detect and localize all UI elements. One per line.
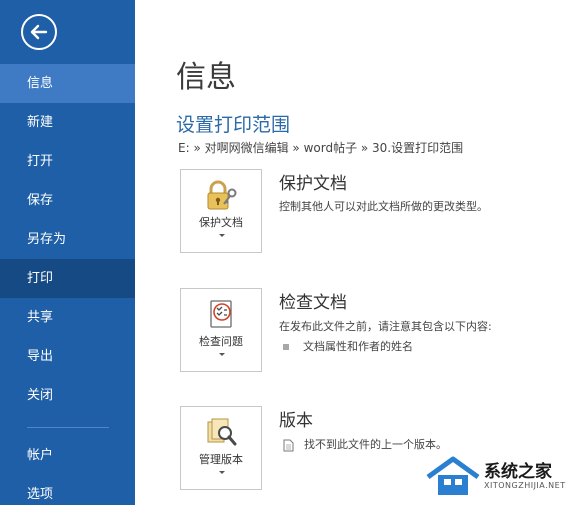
versions-item: 找不到此文件的上一个版本。 [283,436,447,452]
watermark-url: XITONGZHIJIA.NET [484,481,566,490]
nav-new[interactable]: 新建 [0,103,135,142]
protect-document-description: 控制其他人可以对此文档所做的更改类型。 [279,200,488,213]
manage-versions-icon [207,418,237,446]
back-arrow-icon [30,24,48,40]
document-path[interactable]: E: » 对啊网微信编辑 » word帖子 » 30.设置打印范围 [178,139,463,156]
nav-print[interactable]: 打印 [0,259,135,298]
document-title: 设置打印范围 [176,114,291,136]
protect-document-title: 保护文档 [279,174,347,194]
nav-options[interactable]: 选项 [0,475,135,514]
versions-item-label: 找不到此文件的上一个版本。 [304,438,447,451]
versions-title: 版本 [279,411,313,431]
inspect-document-item-label: 文档属性和作者的姓名 [303,340,413,353]
site-watermark: 系统之家 XITONGZHIJIA.NET [424,455,572,501]
chevron-down-icon [219,234,225,237]
protect-document-button[interactable]: 保护文档 [180,169,262,253]
nav-open[interactable]: 打开 [0,142,135,181]
inspect-document-item: 文档属性和作者的姓名 [283,338,413,354]
nav-export[interactable]: 导出 [0,337,135,376]
nav-divider [27,427,109,428]
nav-save-as[interactable]: 另存为 [0,220,135,259]
manage-versions-button-label: 管理版本 [199,453,243,466]
chevron-down-icon [219,471,225,474]
nav-close[interactable]: 关闭 [0,376,135,415]
nav-account[interactable]: 帐户 [0,436,135,475]
back-button[interactable] [21,14,57,50]
lock-key-icon [207,180,237,210]
inspect-document-title: 检查文档 [279,293,347,313]
chevron-down-icon [219,353,225,356]
page-title: 信息 [176,60,236,95]
inspect-document-description: 在发布此文件之前，请注意其包含以下内容: [279,320,492,333]
bullet-icon [283,344,289,350]
nav-save[interactable]: 保存 [0,181,135,220]
inspect-document-icon [210,300,232,328]
check-for-issues-button[interactable]: 检查问题 [180,288,262,372]
document-icon [283,439,294,451]
nav-share[interactable]: 共享 [0,298,135,337]
check-for-issues-button-label: 检查问题 [199,335,243,348]
nav-info[interactable]: 信息 [0,64,135,103]
house-logo-icon [426,456,480,495]
protect-document-button-label: 保护文档 [199,216,243,229]
watermark-title: 系统之家 [484,462,552,482]
backstage-sidebar: 信息 新建 打开 保存 另存为 打印 共享 导出 关闭 帐户 选项 [0,0,135,505]
manage-versions-button[interactable]: 管理版本 [180,406,262,490]
